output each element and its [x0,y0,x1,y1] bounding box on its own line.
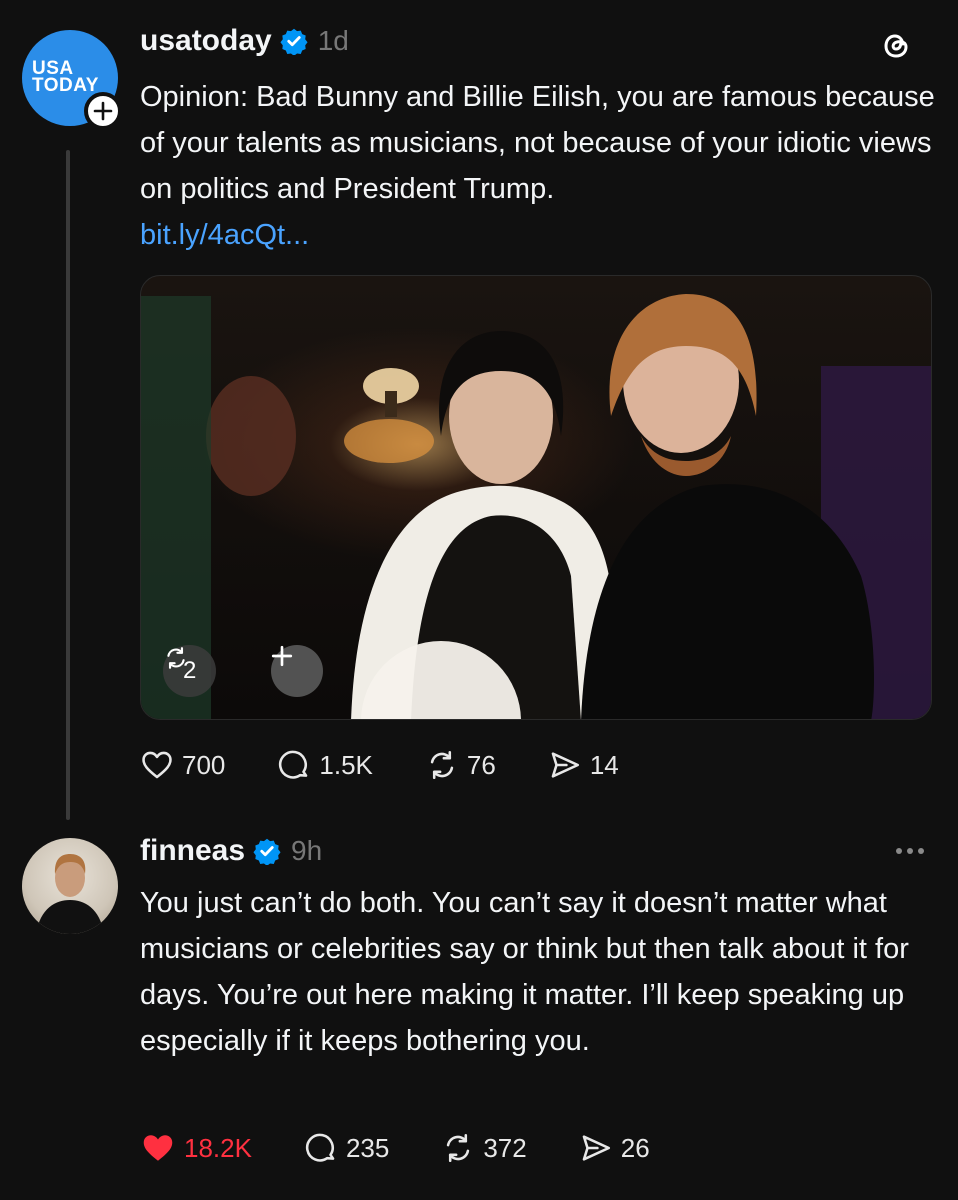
more-dot [918,848,924,854]
more-options-icon[interactable] [896,848,924,854]
post-time: 9h [291,835,323,866]
reply-count: 1.5K [319,749,373,780]
share-button[interactable]: 14 [548,748,619,782]
photo-illustration [141,294,931,719]
heart-icon [142,751,172,779]
threads-logo-icon[interactable] [876,26,916,66]
media-add-button[interactable] [271,645,323,697]
avatar-usatoday-wrap[interactable]: USA TODAY [22,30,122,130]
verified-badge-icon [280,28,308,55]
share-send-icon [582,1135,610,1161]
post-body: Opinion: Bad Bunny and Billie Eilish, yo… [140,81,935,205]
reply-count: 235 [345,1132,390,1163]
reply-bubble-icon [305,1133,335,1162]
post-header: usatoday 1d [140,24,349,58]
avatar-finneas-wrap[interactable] [22,838,118,934]
verified-badge-icon [253,838,281,865]
post-time: 1d [317,25,349,56]
plus-icon [271,645,293,667]
heart-icon [143,1135,173,1161]
like-button[interactable]: 700 [140,748,225,782]
repost-button[interactable]: 76 [425,748,496,782]
reply-button[interactable]: 235 [304,1131,389,1165]
post-text: Opinion: Bad Bunny and Billie Eilish, yo… [140,74,940,258]
post-usatoday[interactable]: USA TODAY usatoday 1d Opinion: Bad Bunny… [0,0,958,820]
share-count: 14 [589,749,619,780]
repost-count: 76 [466,749,496,780]
username[interactable]: finneas [140,834,245,868]
like-count: 18.2K [184,1132,252,1163]
post-image[interactable]: 2 [140,275,932,720]
post-header: finneas 9h [140,834,322,868]
share-count: 26 [620,1132,650,1163]
more-dot [907,848,913,854]
plus-icon [93,101,113,121]
repost-count-badge[interactable]: 2 [163,645,217,697]
logo-line-2: TODAY [32,75,99,96]
share-button[interactable]: 26 [579,1131,650,1165]
follow-button[interactable] [84,92,122,130]
repost-icon [447,1133,470,1163]
more-dot [896,848,902,854]
usatoday-logo: USA TODAY [32,59,99,96]
reply-button[interactable]: 1.5K [277,748,373,782]
post-link[interactable]: bit.ly/4acQt... [140,212,940,258]
post-text: You just can’t do both. You can’t say it… [140,880,940,1064]
username[interactable]: usatoday [140,24,272,58]
post-body: You just can’t do both. You can’t say it… [140,887,909,1057]
share-send-icon [551,752,579,778]
action-bar: 18.2K 235 372 26 [140,1130,702,1166]
post-finneas[interactable]: finneas 9h You just can’t do both. You c… [0,820,958,1200]
avatar-finneas[interactable] [22,838,118,934]
like-count: 700 [182,749,226,780]
action-bar: 700 1.5K 76 14 [140,748,671,782]
reply-bubble-icon [279,750,308,779]
like-button[interactable]: 18.2K [140,1130,252,1166]
repost-button[interactable]: 372 [441,1131,527,1165]
repost-count: 372 [483,1132,527,1163]
repost-icon [430,750,454,780]
repost-icon [167,647,185,669]
thread-line [66,150,70,820]
avatar-photo [36,854,104,934]
